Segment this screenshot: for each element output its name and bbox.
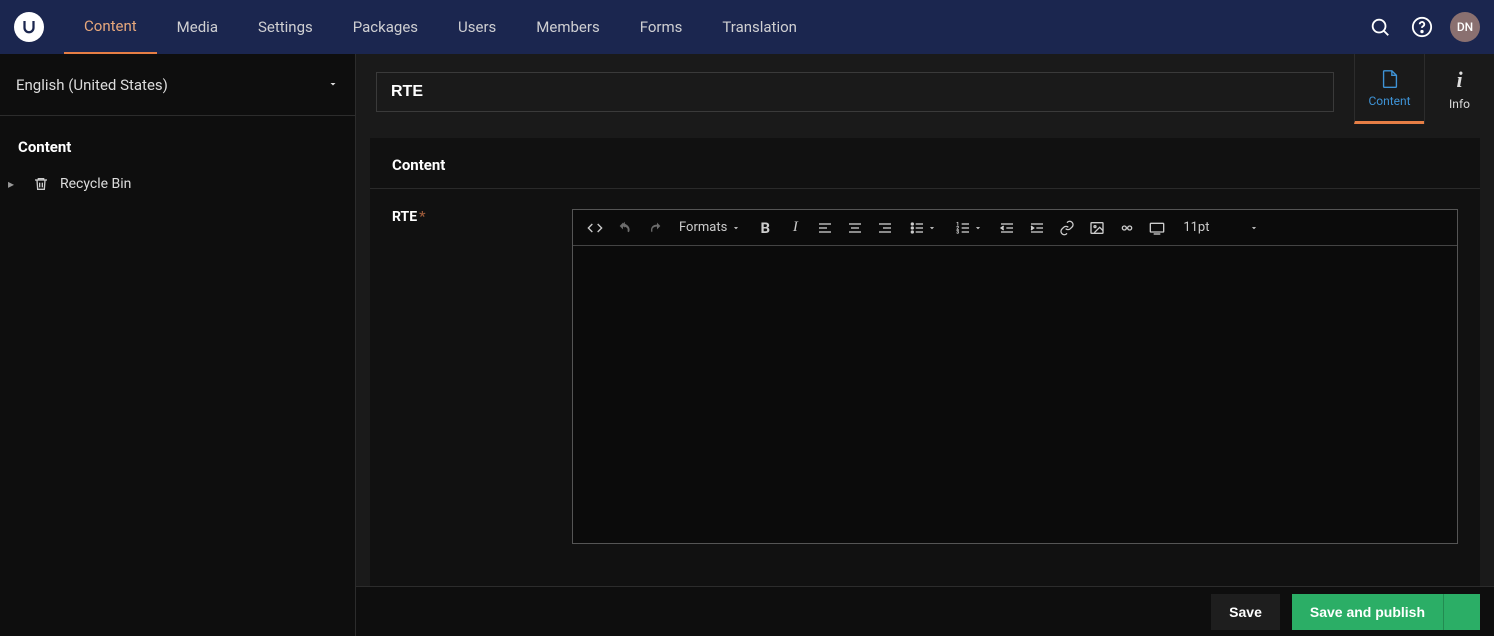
nav-forms[interactable]: Forms [620,0,703,54]
logo[interactable] [14,12,44,42]
language-selector[interactable]: English (United States) [0,54,355,116]
tree-item-label: Recycle Bin [60,176,131,192]
nav-media[interactable]: Media [157,0,238,54]
formats-dropdown[interactable]: Formats [673,220,747,235]
app-tab-label: Info [1449,97,1470,111]
source-code-icon[interactable] [583,216,607,240]
nav-members[interactable]: Members [516,0,619,54]
avatar[interactable]: DN [1450,12,1480,42]
caret-right-icon: ▸ [8,177,22,191]
nav-items: Content Media Settings Packages Users Me… [64,0,817,54]
link-icon[interactable] [1055,216,1079,240]
redo-icon[interactable] [643,216,667,240]
tree-header[interactable]: Content [0,128,355,166]
rte-toolbar: Formats B I [573,210,1457,246]
content-group: Content RTE* Formats [370,138,1480,622]
align-left-icon[interactable] [813,216,837,240]
app-tab-info[interactable]: i Info [1424,54,1494,124]
publish-dropdown-caret[interactable] [1443,594,1480,630]
language-label: English (United States) [16,76,168,94]
nav-content[interactable]: Content [64,0,157,54]
help-icon[interactable] [1408,13,1436,41]
save-button[interactable]: Save [1211,594,1280,630]
main-panel: Content i Info Content RTE* [356,54,1494,636]
nav-packages[interactable]: Packages [333,0,438,54]
trash-icon [32,176,50,192]
group-title: Content [370,138,1480,189]
image-icon[interactable] [1085,216,1109,240]
italic-icon[interactable]: I [783,216,807,240]
embed-icon[interactable] [1145,216,1169,240]
bullet-list-icon[interactable] [903,220,943,236]
save-and-publish-button[interactable]: Save and publish [1292,594,1443,630]
search-icon[interactable] [1366,13,1394,41]
rte-editor: Formats B I [572,209,1458,544]
nav-users[interactable]: Users [438,0,516,54]
outdent-icon[interactable] [995,216,1019,240]
info-icon: i [1456,67,1462,93]
nav-settings[interactable]: Settings [238,0,333,54]
chevron-down-icon [327,76,339,94]
numbered-list-icon[interactable]: 123 [949,220,989,236]
font-size-selector[interactable]: 11pt [1175,220,1267,235]
sidebar: English (United States) Content ▸ Recycl… [0,54,356,636]
indent-icon[interactable] [1025,216,1049,240]
macro-icon[interactable] [1115,216,1139,240]
undo-icon[interactable] [613,216,637,240]
app-tab-label: Content [1368,94,1410,108]
app-tab-content[interactable]: Content [1354,54,1424,124]
footer-bar: Save Save and publish [356,586,1494,636]
tree-recycle-bin[interactable]: ▸ Recycle Bin [0,166,355,202]
svg-text:3: 3 [957,229,960,235]
document-title-input[interactable] [376,72,1334,112]
top-nav: Content Media Settings Packages Users Me… [0,0,1494,54]
nav-translation[interactable]: Translation [702,0,817,54]
property-label: RTE* [392,209,572,602]
bold-icon[interactable]: B [753,216,777,240]
rte-canvas[interactable] [573,246,1457,543]
align-right-icon[interactable] [873,216,897,240]
align-center-icon[interactable] [843,216,867,240]
